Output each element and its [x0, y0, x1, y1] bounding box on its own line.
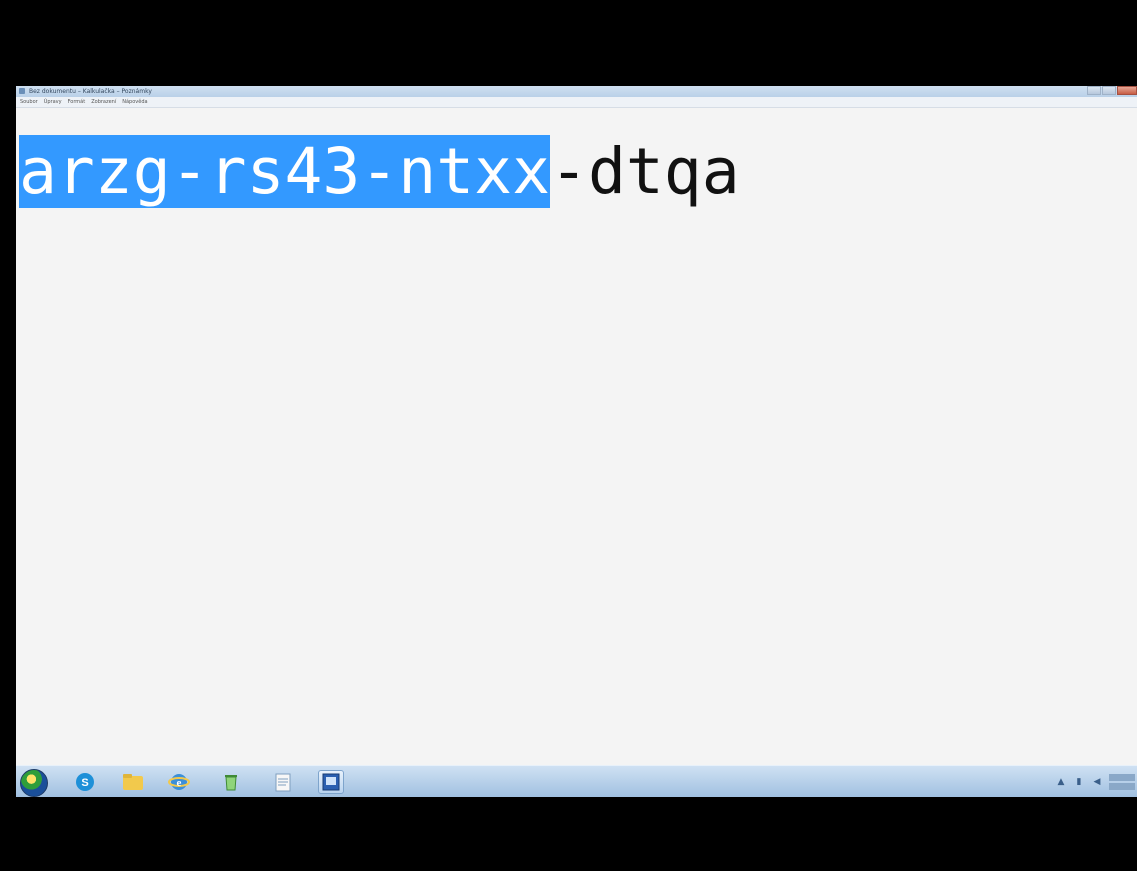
letterbox-top [0, 0, 1137, 86]
arrow-up-icon[interactable]: ▲ [1055, 776, 1067, 788]
remote-desktop-icon[interactable] [318, 770, 344, 794]
letterbox-bottom [0, 797, 1137, 871]
notepad-icon[interactable] [270, 770, 296, 794]
svg-text:S: S [81, 777, 88, 789]
windows-start-icon[interactable] [20, 769, 48, 797]
window-title: Bez dokumentu – Kalkulačka – Poznámky [29, 88, 152, 95]
network-icon[interactable]: ▮ [1073, 776, 1085, 788]
clock-icon[interactable] [1109, 774, 1135, 790]
text-line[interactable]: arzg-rs43-ntxx-dtqa [19, 135, 740, 208]
app-icon [19, 88, 25, 94]
menu-bar: Soubor Úpravy Formát Zobrazení Nápověda [16, 97, 1137, 108]
menu-help[interactable]: Nápověda [122, 99, 147, 105]
skype-icon[interactable]: S [72, 770, 98, 794]
internet-explorer-icon[interactable]: e [166, 770, 192, 794]
folder-icon[interactable] [120, 770, 146, 794]
svg-text:e: e [177, 777, 182, 789]
maximize-button[interactable] [1102, 86, 1116, 95]
notepad-window: Bez dokumentu – Kalkulačka – Poznámky So… [16, 86, 1137, 765]
minimize-button[interactable] [1087, 86, 1101, 95]
menu-edit[interactable]: Úpravy [44, 99, 62, 105]
selected-text[interactable]: arzg-rs43-ntxx [19, 135, 551, 208]
title-bar[interactable]: Bez dokumentu – Kalkulačka – Poznámky [16, 86, 1137, 97]
volume-icon[interactable]: ◀ [1091, 776, 1103, 788]
menu-file[interactable]: Soubor [20, 99, 38, 105]
text-area[interactable]: arzg-rs43-ntxx-dtqa [16, 108, 1137, 765]
system-tray: ▲ ▮ ◀ [1055, 766, 1137, 798]
unselected-text[interactable]: -dtqa [550, 135, 740, 208]
menu-format[interactable]: Formát [68, 99, 86, 105]
window-controls [1086, 86, 1137, 95]
recycle-icon[interactable] [218, 770, 244, 794]
close-button[interactable] [1117, 86, 1137, 95]
taskbar: S e ▲ ▮ ◀ [16, 765, 1137, 798]
menu-view[interactable]: Zobrazení [91, 99, 116, 105]
